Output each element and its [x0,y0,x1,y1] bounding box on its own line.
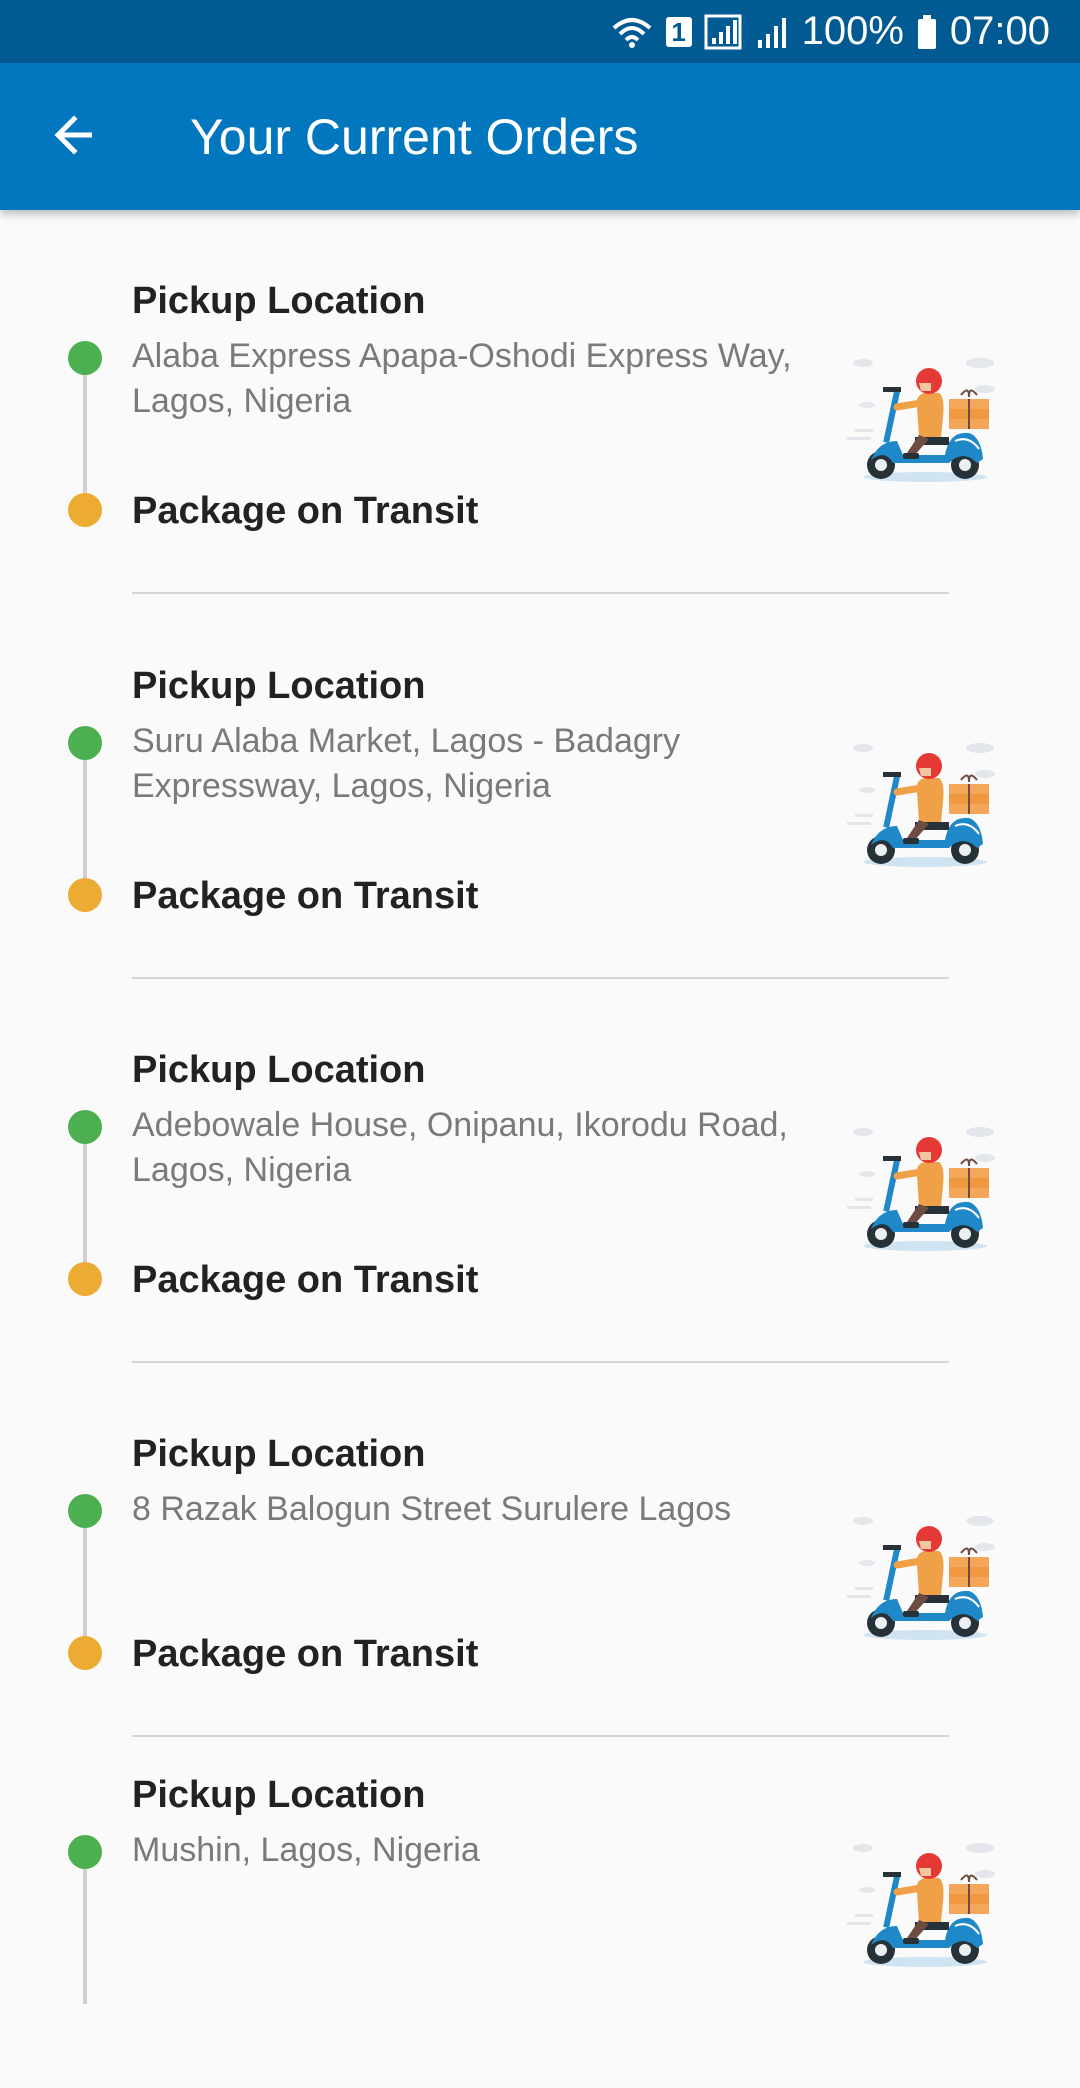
transit-dot [68,1636,102,1670]
signal-bars-icon [756,14,790,50]
transit-dot [68,1262,102,1296]
arrow-back-icon [50,111,98,164]
sim-badge: 1 [665,16,692,47]
pickup-dot [68,1494,102,1528]
pickup-label: Pickup Location [132,665,426,707]
clock: 07:00 [949,9,1050,53]
divider [132,592,949,594]
pickup-label: Pickup Location [132,1774,426,1816]
order-card[interactable]: Pickup Location Adebowale House, Onipanu… [0,979,1080,1363]
app-bar: Your Current Orders [0,63,1080,210]
transit-dot [68,493,102,527]
transit-dot [68,878,102,912]
wifi-icon [610,14,654,50]
timeline-line [83,1511,87,1651]
orders-list: Pickup Location Alaba Express Apapa-Osho… [0,210,1080,2004]
order-card[interactable]: Pickup Location Alaba Express Apapa-Osho… [0,210,1080,594]
order-card[interactable]: Pickup Location 8 Razak Balogun Street S… [0,1363,1080,1747]
pickup-address: Suru Alaba Market, Lagos - Badagry Expre… [132,722,681,805]
delivery-scooter-icon [845,730,1005,880]
pickup-dot [68,1110,102,1144]
order-status: Package on Transit [132,490,479,532]
order-card[interactable]: Pickup Location Mushin, Lagos, Nigeria [0,1704,1080,2088]
pickup-address: Alaba Express Apapa-Oshodi Express Way, … [132,337,792,420]
battery-percent: 100% [801,9,904,53]
pickup-dot [68,341,102,375]
back-button[interactable] [40,103,108,171]
delivery-scooter-icon [845,1114,1005,1264]
pickup-address: Mushin, Lagos, Nigeria [132,1831,480,1869]
pickup-address: 8 Razak Balogun Street Surulere Lagos [132,1490,732,1528]
signal-icon [704,14,744,50]
pickup-address: Adebowale House, Onipanu, Ikorodu Road, … [132,1106,788,1189]
battery-icon [916,14,938,50]
timeline-line [83,1127,87,1279]
timeline-line [83,1852,87,2004]
timeline-line [83,743,87,895]
order-card[interactable]: Pickup Location Suru Alaba Market, Lagos… [0,595,1080,979]
pickup-dot [68,726,102,760]
pickup-label: Pickup Location [132,280,426,322]
delivery-scooter-icon [845,1503,1005,1653]
pickup-dot [68,1835,102,1869]
pickup-label: Pickup Location [132,1433,426,1475]
order-status: Package on Transit [132,875,479,917]
pickup-label: Pickup Location [132,1049,426,1091]
delivery-scooter-icon [845,1830,1005,1980]
delivery-scooter-icon [845,345,1005,495]
order-status: Package on Transit [132,1633,479,1675]
order-status: Package on Transit [132,1259,479,1301]
status-bar: 1 100% 07:00 [0,0,1080,63]
timeline-line [83,358,87,510]
page-title: Your Current Orders [190,109,639,165]
